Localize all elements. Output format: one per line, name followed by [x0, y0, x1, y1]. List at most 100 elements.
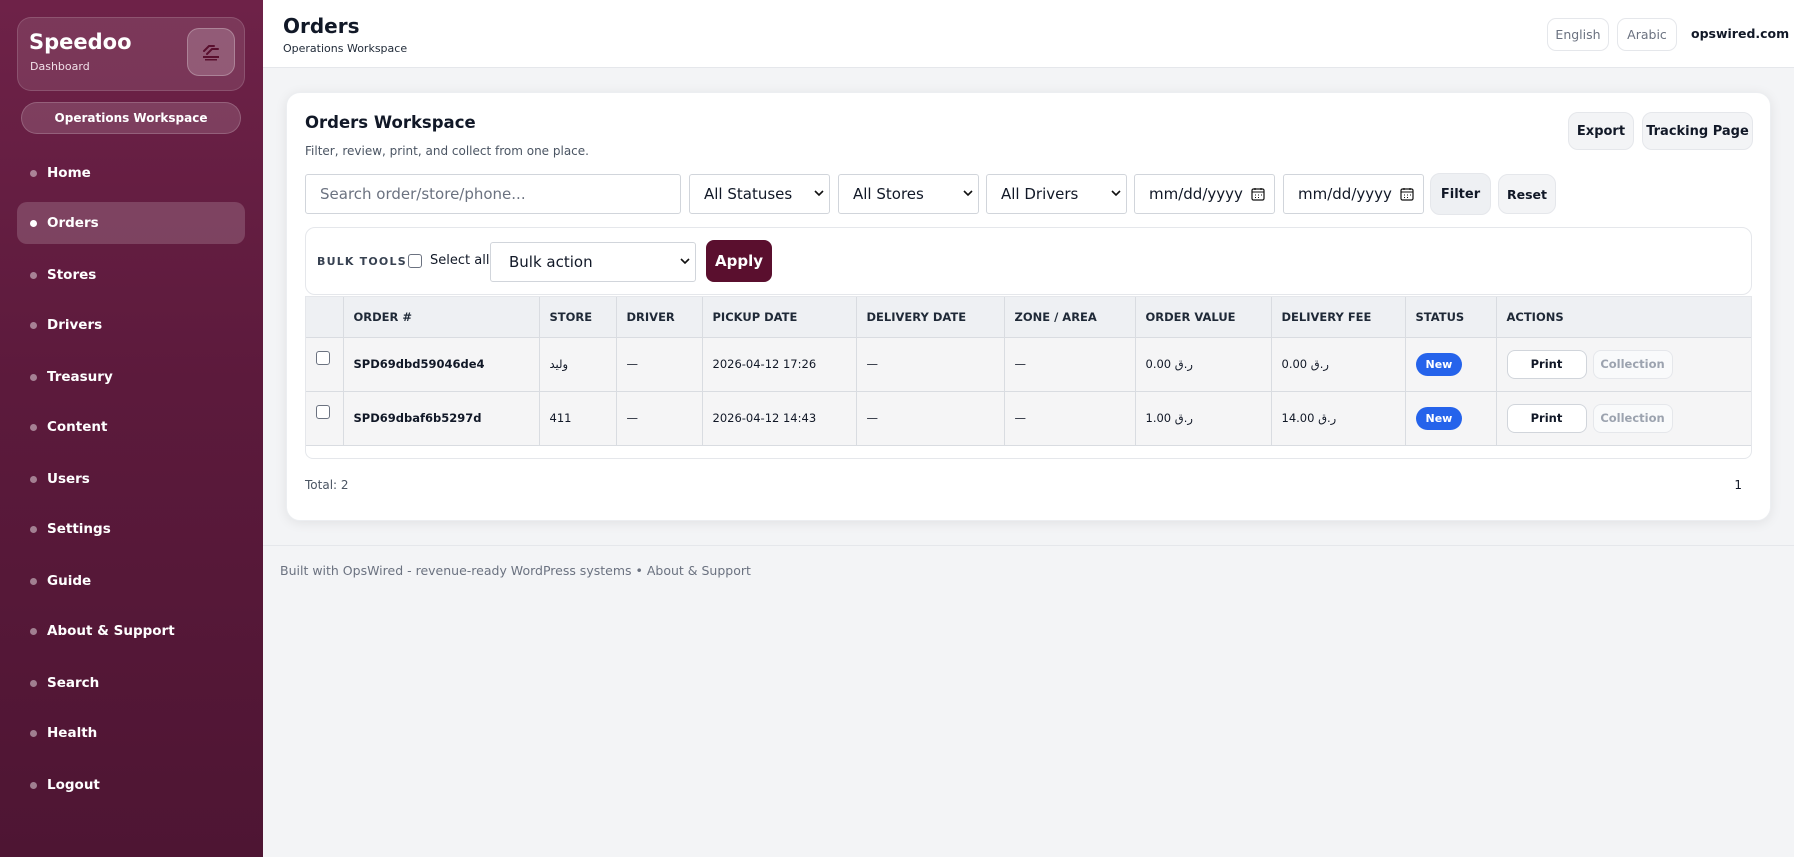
store-cell: وليد [539, 337, 617, 392]
status-select[interactable]: All Statuses [689, 174, 830, 214]
print-button[interactable]: Print [1506, 403, 1587, 433]
row-checkbox[interactable] [316, 404, 330, 419]
bullet-icon [30, 679, 37, 687]
drivers-select-value: All Drivers [1001, 185, 1079, 203]
sidebar-item-drivers[interactable]: Drivers [17, 304, 245, 346]
status-badge: New [1415, 352, 1463, 376]
status-select-value: All Statuses [704, 185, 793, 203]
orders-workspace-card: Orders Workspace Filter, review, print, … [286, 92, 1771, 521]
sidebar-item-label: About & Support [47, 623, 175, 639]
zone-cell: — [1004, 391, 1136, 446]
bullet-icon [30, 475, 37, 483]
date-to-input[interactable]: mm/dd/yyyy [1283, 174, 1424, 214]
sidebar-item-label: Users [47, 471, 90, 487]
calendar-icon[interactable] [1251, 187, 1265, 201]
select-all-label: Select all [430, 253, 490, 268]
bullet-icon [30, 423, 37, 431]
workspace-pill[interactable]: Operations Workspace [21, 102, 241, 134]
pickup-date-cell: 2026-04-12 14:43 [702, 391, 857, 446]
export-button[interactable]: Export [1568, 112, 1634, 150]
column-header: DELIVERY FEE [1271, 297, 1406, 338]
bullet-icon [30, 169, 37, 177]
sidebar-item-label: Guide [47, 573, 92, 589]
sidebar-item-label: Stores [47, 267, 97, 283]
language-arabic-button[interactable]: Arabic [1617, 18, 1677, 51]
print-button[interactable]: Print [1506, 349, 1587, 379]
chevron-down-icon [1111, 190, 1121, 197]
calendar-icon[interactable] [1400, 187, 1414, 201]
drivers-select[interactable]: All Drivers [986, 174, 1127, 214]
brand-title: Speedoo [29, 30, 132, 54]
column-header: ACTIONS [1496, 297, 1751, 338]
bullet-icon [30, 729, 37, 737]
sidebar-item-logout[interactable]: Logout [17, 764, 245, 806]
delivery-date-cell: — [856, 391, 1005, 446]
column-header: STATUS [1405, 297, 1497, 338]
sidebar-item-treasury[interactable]: Treasury [17, 356, 245, 398]
sidebar-item-users[interactable]: Users [17, 458, 245, 500]
sidebar-item-label: Logout [47, 777, 100, 793]
order-number-cell[interactable]: SPD69dbd59046de4 [343, 337, 540, 392]
search-placeholder: Search order/store/phone... [320, 185, 526, 203]
brand-subtitle: Dashboard [30, 60, 90, 73]
row-checkbox[interactable] [316, 350, 330, 365]
orders-table-container: ORDER # STORE DRIVER PICKUP DATE DELIVER… [305, 296, 1752, 459]
column-header: STORE [539, 297, 617, 338]
date-from-input[interactable]: mm/dd/yyyy [1134, 174, 1275, 214]
sidebar-item-guide[interactable]: Guide [17, 560, 245, 602]
order-number-cell[interactable]: SPD69dbaf6b5297d [343, 391, 540, 446]
delivery-fee-cell: 14.00 ر.ق [1271, 391, 1406, 446]
order-value-cell: 0.00 ر.ق [1135, 337, 1272, 392]
sidebar-item-settings[interactable]: Settings [17, 508, 245, 550]
filter-button[interactable]: Filter [1430, 173, 1491, 215]
top-bar: Orders Operations Workspace English Arab… [263, 0, 1794, 68]
row-select-cell [306, 391, 344, 446]
stores-select-value: All Stores [853, 185, 924, 203]
delivery-date-cell: — [856, 337, 1005, 392]
driver-cell: — [616, 337, 703, 392]
card-subtitle: Filter, review, print, and collect from … [305, 144, 589, 158]
sidebar-item-home[interactable]: Home [17, 152, 245, 194]
sidebar-item-label: Health [47, 725, 98, 741]
sidebar-item-label: Content [47, 419, 108, 435]
sidebar-item-search[interactable]: Search [17, 662, 245, 704]
page-number-link[interactable]: 1 [1734, 478, 1742, 492]
column-header: ORDER VALUE [1135, 297, 1272, 338]
zone-cell: — [1004, 337, 1136, 392]
column-header: DRIVER [616, 297, 703, 338]
column-header: PICKUP DATE [702, 297, 857, 338]
column-header: DELIVERY DATE [856, 297, 1005, 338]
tracking-page-button[interactable]: Tracking Page [1642, 112, 1753, 150]
reset-button[interactable]: Reset [1498, 174, 1556, 214]
table-row: SPD69dbd59046de4 وليد — 2026-04-12 17:26… [306, 337, 1751, 392]
sidebar-item-stores[interactable]: Stores [17, 254, 245, 296]
speedoo-logo-icon [187, 28, 235, 76]
sidebar-item-content[interactable]: Content [17, 406, 245, 448]
apply-button[interactable]: Apply [706, 240, 772, 282]
bullet-icon [30, 525, 37, 533]
sidebar-item-about-support[interactable]: About & Support [17, 610, 245, 652]
bulk-tools-label: BULK TOOLS [317, 255, 407, 268]
site-domain-link[interactable]: opswired.com [1691, 26, 1789, 41]
language-english-button[interactable]: English [1547, 18, 1609, 51]
bulk-action-select[interactable]: Bulk action [490, 242, 696, 282]
column-header: ORDER # [343, 297, 540, 338]
sidebar-item-health[interactable]: Health [17, 712, 245, 754]
status-badge: New [1415, 406, 1463, 430]
collection-button[interactable]: Collection [1592, 349, 1673, 379]
delivery-fee-cell: 0.00 ر.ق [1271, 337, 1406, 392]
column-header: ZONE / AREA [1004, 297, 1136, 338]
bulk-tools-bar: BULK TOOLS Select all Bulk action Apply [305, 227, 1752, 295]
chevron-down-icon [963, 190, 973, 197]
sidebar-item-label: Settings [47, 521, 111, 537]
status-cell: New [1405, 391, 1497, 446]
select-column-header [306, 297, 344, 338]
order-value-cell: 1.00 ر.ق [1135, 391, 1272, 446]
date-to-value: mm/dd/yyyy [1298, 185, 1392, 203]
collection-button[interactable]: Collection [1592, 403, 1673, 433]
sidebar-item-orders[interactable]: Orders [17, 202, 245, 244]
search-input[interactable]: Search order/store/phone... [305, 174, 681, 214]
table-row: SPD69dbaf6b5297d 411 — 2026-04-12 14:43 … [306, 391, 1751, 446]
stores-select[interactable]: All Stores [838, 174, 979, 214]
select-all-checkbox[interactable] [408, 254, 422, 268]
